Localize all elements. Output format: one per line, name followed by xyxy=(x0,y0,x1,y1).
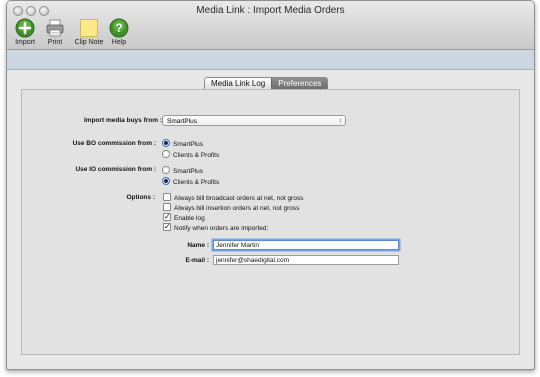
bo-radio-smartplus[interactable]: SmartPlus xyxy=(162,139,203,149)
radio-selected-icon xyxy=(162,177,170,186)
checkmark-icon: ✓ xyxy=(163,222,171,232)
bo-radio-clients-profits[interactable]: Clients & Profits xyxy=(162,150,220,160)
name-input[interactable]: Jennifer Martin xyxy=(213,240,399,250)
name-label: Name : xyxy=(187,242,209,249)
option-label: Always bill insertion orders at net, not… xyxy=(174,205,300,212)
app-window: Media Link : Import Media Orders Import … xyxy=(6,0,535,370)
email-input[interactable]: jennifer@shaedigital.com xyxy=(213,255,399,265)
option-label: Always bill broadcast orders at net, not… xyxy=(174,195,304,202)
bo-commission-label: Use BO commission from : xyxy=(72,140,156,147)
option-insertion-net[interactable]: Always bill insertion orders at net, not… xyxy=(163,203,300,213)
io-option-label: Clients & Profits xyxy=(173,179,220,186)
bo-option-label: SmartPlus xyxy=(173,141,203,148)
preferences-panel: Import media buys from : SmartPlus ↕ Use… xyxy=(21,89,520,355)
print-button[interactable]: Print xyxy=(37,18,73,48)
print-label: Print xyxy=(47,39,63,46)
checkmark-icon: ✓ xyxy=(163,212,171,222)
help-icon: ? xyxy=(109,18,129,38)
options-label: Options : xyxy=(126,194,155,201)
import-from-value: SmartPlus xyxy=(167,118,197,125)
io-commission-label: Use IO commission from : xyxy=(75,166,156,173)
checkbox-unchecked-icon xyxy=(163,193,171,202)
help-label: Help xyxy=(111,39,127,46)
io-radio-clients-profits[interactable]: Clients & Profits xyxy=(162,177,220,187)
import-plus-icon xyxy=(15,18,35,38)
bo-option-label: Clients & Profits xyxy=(173,152,220,159)
option-label: Enable log xyxy=(174,215,205,222)
import-from-select[interactable]: SmartPlus ↕ xyxy=(162,115,346,126)
select-arrows-icon: ↕ xyxy=(339,118,342,124)
option-broadcast-net[interactable]: Always bill broadcast orders at net, not… xyxy=(163,193,304,203)
info-strip xyxy=(7,50,534,70)
radio-unselected-icon xyxy=(162,150,170,159)
option-label: Notify when orders are imported: xyxy=(174,225,269,232)
email-label: E-mail : xyxy=(185,257,209,264)
svg-text:?: ? xyxy=(115,21,122,35)
printer-icon xyxy=(46,19,64,37)
title-bar: Media Link : Import Media Orders Import … xyxy=(7,1,534,50)
window-title: Media Link : Import Media Orders xyxy=(196,5,345,16)
radio-selected-icon xyxy=(162,139,170,148)
option-notify-import[interactable]: ✓ Notify when orders are imported: xyxy=(163,222,269,233)
sticky-note-icon xyxy=(80,19,98,37)
help-button[interactable]: ? Help xyxy=(101,18,137,48)
checkbox-unchecked-icon xyxy=(163,203,171,212)
radio-unselected-icon xyxy=(162,166,170,175)
io-radio-smartplus[interactable]: SmartPlus xyxy=(162,166,203,176)
io-option-label: SmartPlus xyxy=(173,168,203,175)
import-from-label: Import media buys from : xyxy=(83,117,162,124)
